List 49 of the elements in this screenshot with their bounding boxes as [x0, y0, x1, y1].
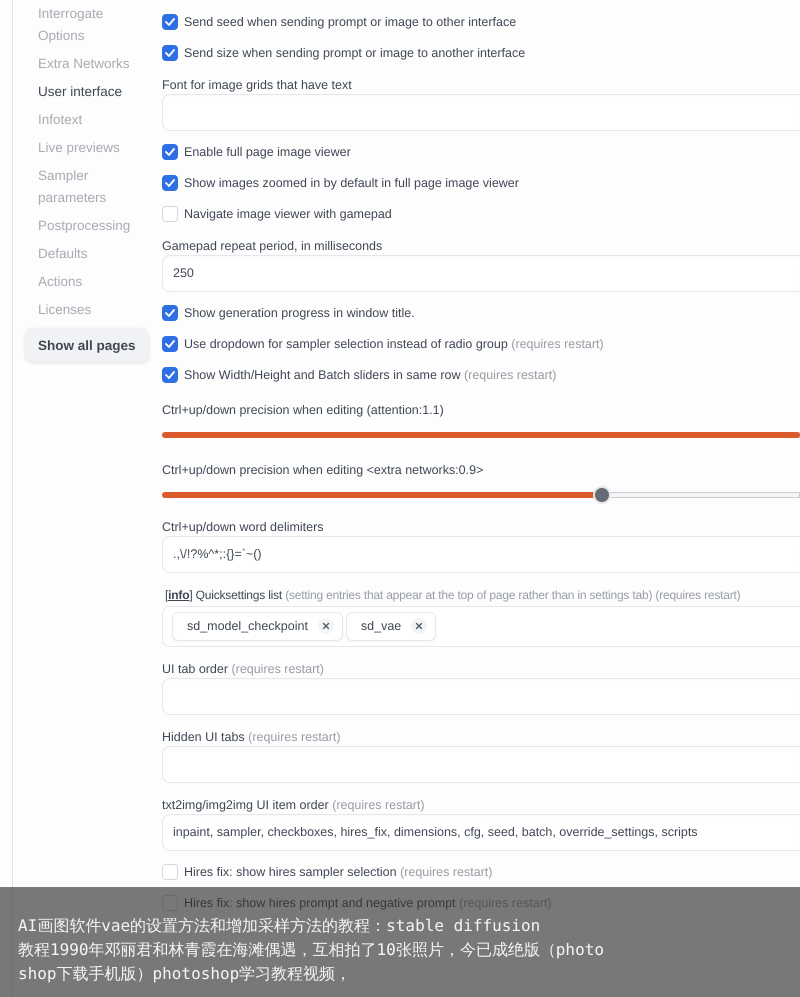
check-icon: [165, 49, 175, 57]
setting-label: Gamepad repeat period, in milliseconds: [162, 238, 384, 254]
caption-text: AI画图软件vae的设置方法和增加采样方法的教程：stable diffusion 教程1990年邓丽君和林青霞在海滩偶遇，互相拍了10张照片，今已成绝版（photo shop下载手机版）photoshop学习教程视频，: [18, 915, 605, 985]
checkbox[interactable]: [162, 14, 178, 30]
check-icon: [165, 179, 175, 187]
input-field[interactable]: [162, 678, 800, 714]
slider[interactable]: [162, 486, 800, 504]
check-icon: [165, 148, 175, 156]
check-icon: [165, 18, 175, 26]
checkbox[interactable]: [162, 175, 178, 191]
setting-label: [info] Quicksettings list (setting entries that appear at the top of page rather than in settings tab) (requires restart): [164, 586, 742, 604]
input-field[interactable]: [162, 746, 800, 782]
check-icon: [165, 340, 175, 348]
checkbox-label: Send size when sending prompt or image to another interface: [184, 46, 526, 60]
close-icon[interactable]: [411, 618, 428, 634]
checkbox-label: Navigate image viewer with gamepad: [184, 206, 392, 222]
input-field[interactable]: inpaint, sampler, checkboxes, hires_fix, dimensions, cfg, seed, batch, override_settings, scripts: [162, 814, 800, 850]
checkbox[interactable]: [162, 305, 178, 321]
tag-chip[interactable]: sd_vae: [346, 612, 436, 640]
input-field[interactable]: 250: [162, 254, 800, 292]
checkbox-label: Show generation progress in window title.: [184, 306, 415, 320]
check-icon: [165, 371, 175, 379]
close-icon[interactable]: [318, 618, 334, 634]
show-all-pages-button[interactable]: Show all pages: [25, 328, 149, 362]
setting-label: txt2img/img2img UI item order (requires restart): [162, 796, 426, 814]
checkbox[interactable]: [162, 45, 178, 61]
setting-label: Ctrl+up/down word delimiters: [162, 518, 325, 536]
slider-label: Ctrl+up/down precision when editing <extra networks:0.9>: [162, 462, 484, 478]
input-field[interactable]: [162, 94, 800, 130]
setting-label: Font for image grids that have text: [162, 76, 353, 94]
checkbox[interactable]: [162, 144, 178, 160]
setting-label: Hidden UI tabs (requires restart): [162, 728, 342, 746]
checkbox-label: Hires fix: show hires sampler selection (requires restart): [184, 864, 492, 880]
slider-thumb[interactable]: [593, 486, 612, 504]
checkbox-label: Show images zoomed in by default in full page image viewer: [184, 176, 519, 190]
multiselect-field[interactable]: sd_model_checkpoint sd_vae: [162, 606, 800, 646]
input-field[interactable]: .,\/!?%^*;:{}=`~(): [162, 536, 800, 572]
checkbox[interactable]: [162, 336, 178, 352]
check-icon: [165, 309, 175, 317]
setting-label: UI tab order (requires restart): [162, 660, 325, 678]
sidebar-item[interactable]: User interface: [25, 78, 149, 106]
checkbox-label: Enable full page image viewer: [184, 144, 351, 160]
checkbox[interactable]: [162, 367, 178, 383]
checkbox-label: Use dropdown for sampler selection instead of radio group (requires restart): [184, 336, 604, 352]
checkbox-label: Send seed when sending prompt or image to other interface: [184, 14, 516, 30]
slider-label: Ctrl+up/down precision when editing (attention:1.1): [162, 402, 445, 418]
checkbox-label: Show Width/Height and Batch sliders in same row (requires restart): [184, 368, 556, 382]
tag-chip[interactable]: sd_model_checkpoint: [172, 612, 343, 640]
info-link[interactable]: info: [168, 588, 190, 602]
